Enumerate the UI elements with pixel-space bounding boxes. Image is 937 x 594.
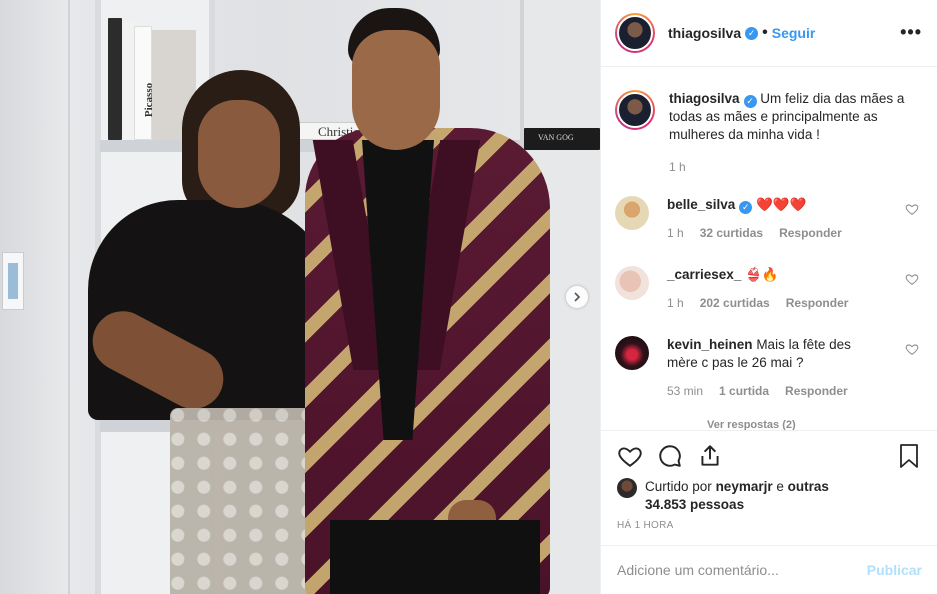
comment-username[interactable]: _carriesex_: [667, 267, 741, 282]
chevron-right-icon: [574, 292, 581, 302]
commenter-avatar[interactable]: [615, 196, 649, 230]
man-face: [352, 30, 440, 150]
author-username[interactable]: thiagosilva: [668, 25, 741, 41]
comment-likes[interactable]: 32 curtidas: [700, 224, 763, 242]
add-comment-bar: Adicione um comentário... Publicar: [601, 545, 937, 594]
heart-icon[interactable]: [617, 443, 643, 469]
liker-avatar[interactable]: [617, 478, 637, 498]
comments-section[interactable]: thiagosilva ✓ Um feliz dia das mães a tod…: [601, 68, 937, 430]
comment-text: ❤️❤️❤️: [756, 197, 807, 212]
likes-conjunction: e: [776, 479, 784, 494]
post-header: thiagosilva ✓ • Seguir •••: [601, 0, 937, 67]
follow-button[interactable]: Seguir: [772, 25, 816, 41]
comment-username[interactable]: belle_silva: [667, 197, 735, 212]
liker-username[interactable]: neymarjr: [716, 479, 773, 494]
post-photo[interactable]: Picasso Christian VAN GOG: [0, 0, 600, 594]
comment-time: 53 min: [667, 384, 704, 398]
comment-item: belle_silva ✓ ❤️❤️❤️ 1 h 32 curtidas Resp…: [615, 196, 925, 242]
post-side-panel: thiagosilva ✓ • Seguir ••• thiagosilva ✓ …: [600, 0, 937, 594]
heart-icon[interactable]: [905, 202, 919, 216]
comment-username[interactable]: kevin_heinen: [667, 337, 753, 352]
comment-input[interactable]: Adicione um comentário...: [617, 562, 779, 578]
bookmark-icon[interactable]: [897, 443, 921, 469]
reply-button[interactable]: Responder: [779, 224, 842, 242]
comment-icon[interactable]: [657, 443, 683, 469]
likes-prefix: Curtido por: [645, 479, 712, 494]
post-timestamp[interactable]: HÁ 1 HORA: [617, 520, 674, 531]
author-avatar[interactable]: [615, 13, 655, 53]
commenter-avatar[interactable]: [615, 266, 649, 300]
book-title-van-gogh: VAN GOG: [538, 133, 574, 142]
action-bar: [601, 430, 937, 470]
reply-button[interactable]: Responder: [786, 294, 849, 312]
wall-switch-panel: [2, 252, 24, 310]
comment-likes[interactable]: 1 curtida: [719, 382, 769, 400]
next-photo-button[interactable]: [566, 286, 588, 308]
verified-badge-icon: ✓: [745, 26, 759, 40]
woman-face: [198, 100, 280, 208]
heart-icon[interactable]: [905, 272, 919, 286]
likes-summary: Curtido por neymarjr e outras 34.853 pes…: [617, 478, 835, 514]
book: [108, 18, 122, 140]
comment-item: kevin_heinen Mais la fête des mère c pas…: [615, 336, 925, 400]
reply-button[interactable]: Responder: [785, 382, 848, 400]
caption-avatar[interactable]: [615, 90, 655, 130]
view-replies-button[interactable]: Ver respostas (2): [707, 419, 796, 430]
caption-username[interactable]: thiagosilva: [669, 91, 740, 106]
commenter-avatar[interactable]: [615, 336, 649, 370]
more-options-button[interactable]: •••: [900, 22, 922, 43]
comment-item: _carriesex_ 👙🔥 1 h 202 curtidas Responde…: [615, 266, 925, 312]
caption: thiagosilva ✓ Um feliz dia das mães a tod…: [615, 90, 925, 176]
comment-time: 1 h: [667, 226, 684, 240]
instagram-post: Picasso Christian VAN GOG thiagosilva ✓: [0, 0, 937, 594]
verified-badge-icon: ✓: [743, 94, 757, 108]
book: [122, 22, 134, 140]
verified-badge-icon: ✓: [739, 200, 753, 214]
heart-icon[interactable]: [905, 342, 919, 356]
header-separator: •: [762, 24, 768, 41]
comment-time: 1 h: [667, 296, 684, 310]
caption-time: 1 h: [669, 160, 686, 174]
comment-likes[interactable]: 202 curtidas: [700, 294, 770, 312]
share-icon[interactable]: [697, 443, 723, 469]
comment-text: 👙🔥: [745, 267, 779, 282]
publish-button[interactable]: Publicar: [867, 562, 922, 578]
man-pants: [330, 520, 540, 594]
